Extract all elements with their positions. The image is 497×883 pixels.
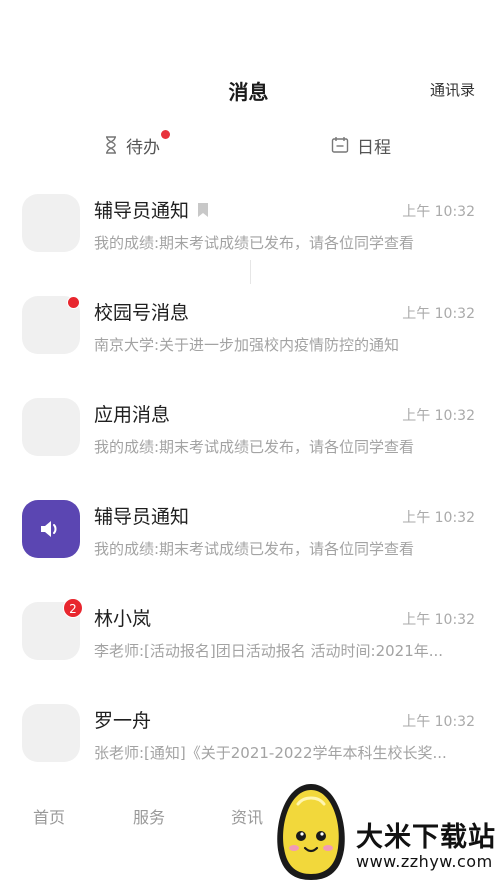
nav-news[interactable]: 资讯	[231, 804, 263, 828]
message-time: 上午 10:32	[402, 204, 475, 220]
message-time: 上午 10:32	[402, 306, 475, 322]
sender-name: 校园号消息	[94, 302, 190, 324]
sender-name: 应用消息	[94, 404, 171, 426]
tab-schedule-label: 日程	[357, 137, 391, 158]
unread-count-badge: 2	[63, 598, 83, 618]
message-item[interactable]: 应用消息 上午 10:32 我的成绩:期末考试成绩已发布，请各位同学查看	[0, 376, 497, 478]
message-item[interactable]: 罗一舟 上午 10:32 张老师:[通知]《关于2021-2022学年本科生校长…	[0, 682, 497, 784]
message-item[interactable]: 校园号消息 上午 10:32 南京大学:关于进一步加强校内疫情防控的通知	[0, 274, 497, 376]
message-time: 上午 10:32	[402, 612, 475, 628]
message-preview: 我的成绩:期末考试成绩已发布，请各位同学查看	[94, 540, 415, 558]
message-time: 上午 10:32	[402, 714, 475, 730]
hourglass-icon	[106, 136, 116, 154]
page-title: 消息	[228, 80, 269, 104]
message-preview: 我的成绩:期末考试成绩已发布，请各位同学查看	[94, 234, 415, 252]
nav-home[interactable]: 首页	[33, 804, 65, 828]
message-item[interactable]: 辅导员通知 上午 10:32 我的成绩:期末考试成绩已发布，请各位同学查看	[0, 478, 497, 580]
bookmark-icon	[198, 202, 209, 217]
sender-name: 辅导员通知	[94, 506, 190, 528]
subtabs: 待办 日程	[0, 128, 497, 284]
contacts-link[interactable]: 通讯录	[430, 79, 475, 100]
watermark: 大米下载站 www.zzhyw.com	[268, 770, 497, 883]
header: 消息 通讯录	[0, 70, 497, 110]
message-preview: 李老师:[活动报名]团日活动报名 活动时间:2021年...	[94, 642, 444, 660]
tab-todo[interactable]: 待办	[104, 128, 170, 162]
nav-services[interactable]: 服务	[133, 804, 165, 828]
avatar	[22, 194, 80, 252]
sender-name: 罗一舟	[94, 710, 152, 732]
watermark-brand: 大米下载站	[356, 822, 496, 853]
unread-dot	[67, 296, 80, 309]
avatar	[22, 500, 80, 558]
avatar	[22, 398, 80, 456]
message-preview: 张老师:[通知]《关于2021-2022学年本科生校长奖...	[94, 744, 447, 762]
message-preview: 我的成绩:期末考试成绩已发布，请各位同学查看	[94, 438, 415, 456]
watermark-url: www.zzhyw.com	[356, 852, 493, 871]
calendar-icon	[331, 137, 349, 153]
sender-name: 林小岚	[94, 608, 152, 630]
message-time: 上午 10:32	[402, 408, 475, 424]
message-time: 上午 10:32	[402, 510, 475, 526]
avatar	[22, 704, 80, 762]
message-preview: 南京大学:关于进一步加强校内疫情防控的通知	[94, 336, 400, 354]
message-item[interactable]: 2 林小岚 上午 10:32 李老师:[活动报名]团日活动报名 活动时间:202…	[0, 580, 497, 682]
message-item[interactable]: 辅导员通知 上午 10:32 我的成绩:期末考试成绩已发布，请各位同学查看	[0, 172, 497, 274]
todo-unread-dot	[161, 130, 170, 139]
speaker-icon	[41, 521, 57, 537]
tab-todo-label: 待办	[126, 137, 160, 158]
tab-schedule[interactable]: 日程	[331, 128, 391, 162]
sender-name: 辅导员通知	[94, 200, 190, 222]
rice-mascot-logo	[277, 784, 345, 880]
